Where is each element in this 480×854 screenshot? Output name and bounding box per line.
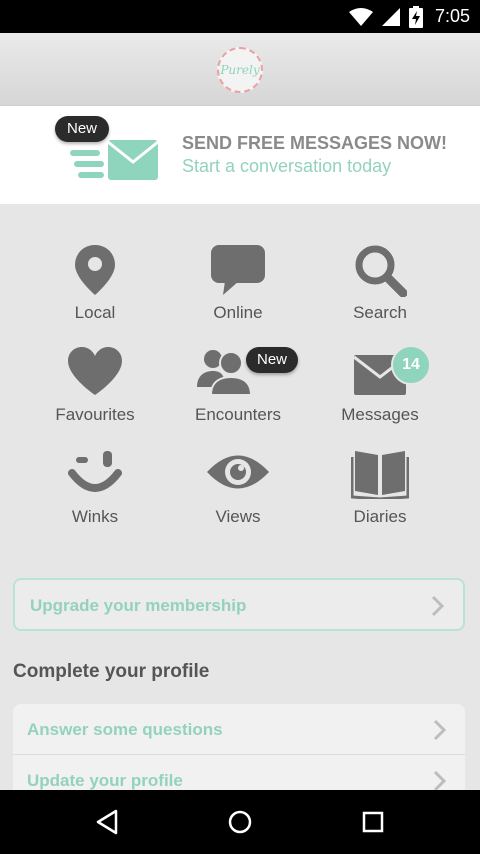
logo-text: Purely [220,63,260,77]
book-icon [351,451,409,499]
search-icon [355,245,407,297]
back-button[interactable] [67,790,147,854]
app-logo[interactable]: Purely [217,47,263,93]
promo-subtitle: Start a conversation today [182,156,392,176]
battery-charging-icon [408,5,423,28]
grid-item-messages[interactable]: 14 Messages [310,345,450,445]
promo-new-badge: New [55,116,110,142]
wifi-icon [348,7,373,26]
back-icon [96,809,118,835]
chevron-right-icon [433,719,447,741]
chevron-right-icon [431,595,445,617]
grid-label: Local [74,303,116,322]
status-time: 7:05 [434,6,470,26]
grid-label: Views [215,507,261,526]
upgrade-membership-button[interactable]: Upgrade your membership [13,578,465,631]
people-icon [197,350,253,396]
grid-label: Encounters [195,405,281,424]
signal-icon [381,7,400,26]
encounters-new-badge: New [246,347,299,373]
profile-item-answer-questions[interactable]: Answer some questions [13,704,465,754]
grid-label: Diaries [353,507,407,526]
envelope-icon [70,140,159,180]
home-icon [228,810,252,834]
heart-icon [68,347,122,395]
grid-item-favourites[interactable]: Favourites [25,345,165,445]
profile-item-label: Update your profile [27,771,183,790]
promo-title: SEND FREE MESSAGES NOW! [182,133,448,153]
messages-count-badge: 14 [391,345,431,385]
grid-item-local[interactable]: Local [25,243,165,343]
grid-label: Winks [71,507,119,526]
speech-bubble-icon [211,245,265,295]
profile-item-label: Answer some questions [27,720,223,739]
grid-label: Search [353,303,407,322]
grid-item-online[interactable]: Online [168,243,308,343]
wink-face-icon [68,451,122,492]
grid-item-search[interactable]: Search [310,243,450,343]
grid-item-views[interactable]: Views [168,447,308,547]
recents-button[interactable] [333,790,413,854]
chevron-right-icon [433,770,447,792]
section-title: Complete your profile [13,661,210,682]
upgrade-label: Upgrade your membership [30,596,247,615]
grid-label: Online [213,303,263,322]
app-header: Purely [0,33,480,106]
navigation-bar [0,790,480,854]
grid-label: Favourites [55,405,135,424]
grid-item-winks[interactable]: Winks [25,447,165,547]
recents-icon [362,811,384,833]
grid-item-diaries[interactable]: Diaries [310,447,450,547]
eye-icon [207,455,269,489]
grid-label: Messages [341,405,419,424]
grid-item-encounters[interactable]: New Encounters [168,345,308,445]
location-pin-icon [75,245,115,295]
home-button[interactable] [200,790,280,854]
status-bar: 7:05 [0,0,480,33]
